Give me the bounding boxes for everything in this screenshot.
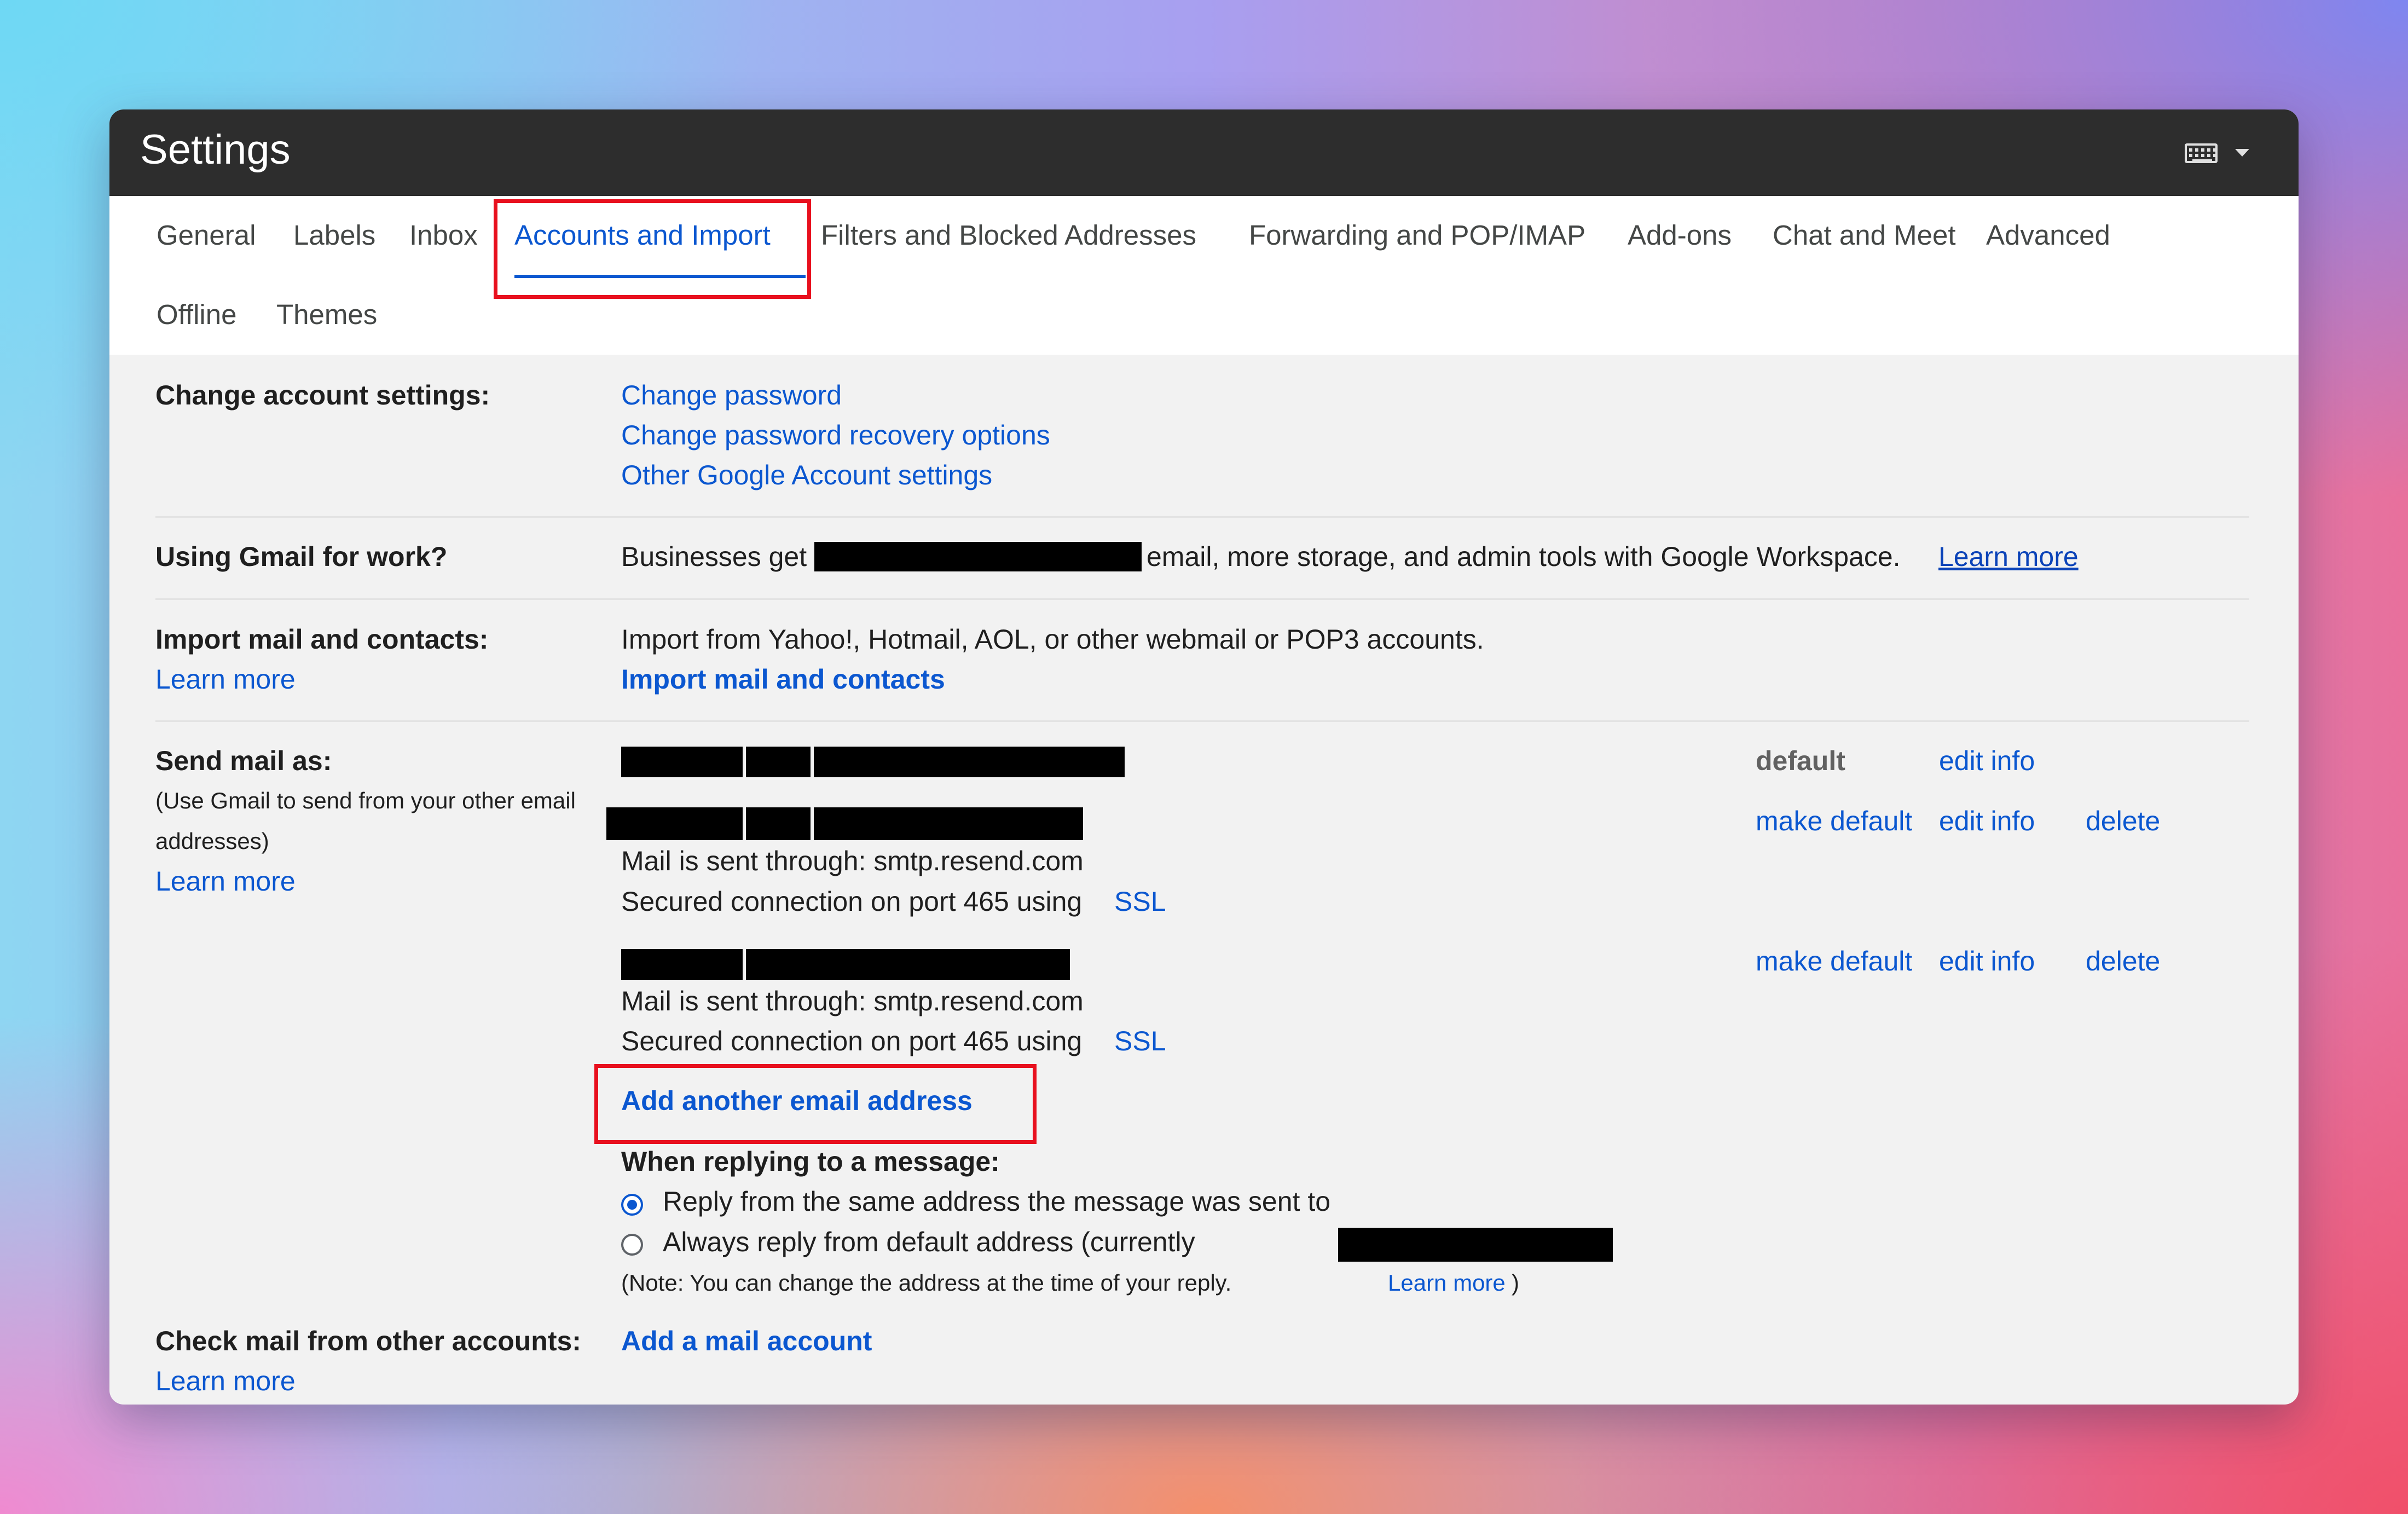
default-status: default <box>1756 746 1845 776</box>
tab-offline[interactable]: Offline <box>157 296 236 334</box>
change-account-label: Change account settings: <box>155 380 490 411</box>
import-description: Import from Yahoo!, Hotmail, AOL, or oth… <box>621 624 1484 655</box>
redacted-address <box>1338 1228 1613 1262</box>
edit-info-link[interactable]: edit info <box>1939 944 2035 979</box>
reply-default-address-radio[interactable] <box>621 1234 643 1256</box>
reply-same-address-label: Reply from the same address the message … <box>663 1186 1331 1217</box>
delete-link[interactable]: delete <box>2086 944 2160 979</box>
redacted-address <box>814 807 1083 840</box>
tab-advanced[interactable]: Advanced <box>1986 216 2110 255</box>
check-mail-label: Check mail from other accounts: <box>155 1326 581 1356</box>
reply-note-end: ) <box>1512 1270 1519 1296</box>
secured-connection-text: Secured connection on port 465 using <box>621 1026 1083 1056</box>
keyboard-icon <box>2185 143 2218 163</box>
send-mail-note-line2: addresses) <box>155 828 269 854</box>
import-mail-label: Import mail and contacts: <box>155 624 489 655</box>
change-recovery-link[interactable]: Change password recovery options <box>621 418 1050 453</box>
gmail-work-text-start: Businesses get <box>621 541 807 572</box>
gmail-work-text-end: email, more storage, and admin tools wit… <box>1147 541 1901 572</box>
redacted-address <box>814 747 827 777</box>
highlight-box-tab <box>494 199 811 299</box>
reply-same-address-radio[interactable] <box>621 1194 643 1216</box>
reply-default-address-label: Always reply from default address (curre… <box>663 1227 1195 1257</box>
redacted-address <box>827 747 1125 777</box>
ssl-link[interactable]: SSL <box>1114 1024 1166 1059</box>
tab-labels[interactable]: Labels <box>293 216 375 255</box>
redacted-address <box>621 949 743 980</box>
send-mail-as-label: Send mail as: <box>155 746 332 776</box>
redacted-address <box>746 949 1070 980</box>
tab-themes[interactable]: Themes <box>276 296 377 334</box>
divider <box>155 598 2249 600</box>
tab-chat-and-meet[interactable]: Chat and Meet <box>1773 216 1956 255</box>
redacted-address <box>621 747 743 777</box>
reply-note: (Note: You can change the address at the… <box>621 1270 1232 1296</box>
page-title: Settings <box>140 126 291 173</box>
settings-content: Change account settings: Change password… <box>109 355 2299 1405</box>
divider <box>155 720 2249 722</box>
settings-tabs: General Labels Inbox Accounts and Import… <box>109 196 2299 355</box>
import-mail-contacts-link[interactable]: Import mail and contacts <box>621 662 945 697</box>
redacted-address <box>606 807 743 840</box>
title-bar: Settings <box>109 109 2299 196</box>
change-password-link[interactable]: Change password <box>621 378 842 413</box>
edit-info-link[interactable]: edit info <box>1939 804 2035 839</box>
google-account-settings-link[interactable]: Other Google Account settings <box>621 458 992 493</box>
gmail-work-learn-more-link[interactable]: Learn more <box>1938 539 2079 574</box>
settings-window: Settings General Labels Inbox Accounts a… <box>109 109 2299 1405</box>
redacted-address <box>746 807 811 840</box>
make-default-link[interactable]: make default <box>1756 944 1912 979</box>
sent-through-text: Mail is sent through: smtp.resend.com <box>621 846 1084 876</box>
add-mail-account-link[interactable]: Add a mail account <box>621 1324 872 1359</box>
check-mail-learn-more-link[interactable]: Learn more <box>155 1363 296 1399</box>
ssl-link[interactable]: SSL <box>1114 884 1166 919</box>
make-default-link[interactable]: make default <box>1756 804 1912 839</box>
redacted-address <box>746 747 811 777</box>
tab-inbox[interactable]: Inbox <box>409 216 478 255</box>
edit-info-link[interactable]: edit info <box>1939 743 2035 778</box>
send-mail-learn-more-link[interactable]: Learn more <box>155 864 296 899</box>
secured-connection-text: Secured connection on port 465 using <box>621 886 1083 917</box>
send-mail-note-line1: (Use Gmail to send from your other email <box>155 788 576 813</box>
reply-note-learn-more-link[interactable]: Learn more <box>1388 1265 1506 1301</box>
sent-through-text: Mail is sent through: smtp.resend.com <box>621 986 1084 1016</box>
tab-filters[interactable]: Filters and Blocked Addresses <box>821 216 1196 255</box>
chevron-down-icon <box>2235 149 2249 157</box>
highlight-box-add-address <box>594 1064 1037 1144</box>
divider <box>155 516 2249 518</box>
redacted-text <box>814 542 1142 571</box>
reply-heading: When replying to a message: <box>621 1146 1000 1177</box>
tab-addons[interactable]: Add-ons <box>1628 216 1732 255</box>
tab-general[interactable]: General <box>157 216 256 255</box>
delete-link[interactable]: delete <box>2086 804 2160 839</box>
input-tools-button[interactable] <box>2185 140 2250 166</box>
gmail-work-label: Using Gmail for work? <box>155 541 448 572</box>
import-learn-more-link[interactable]: Learn more <box>155 662 296 697</box>
tab-forwarding[interactable]: Forwarding and POP/IMAP <box>1249 216 1585 255</box>
